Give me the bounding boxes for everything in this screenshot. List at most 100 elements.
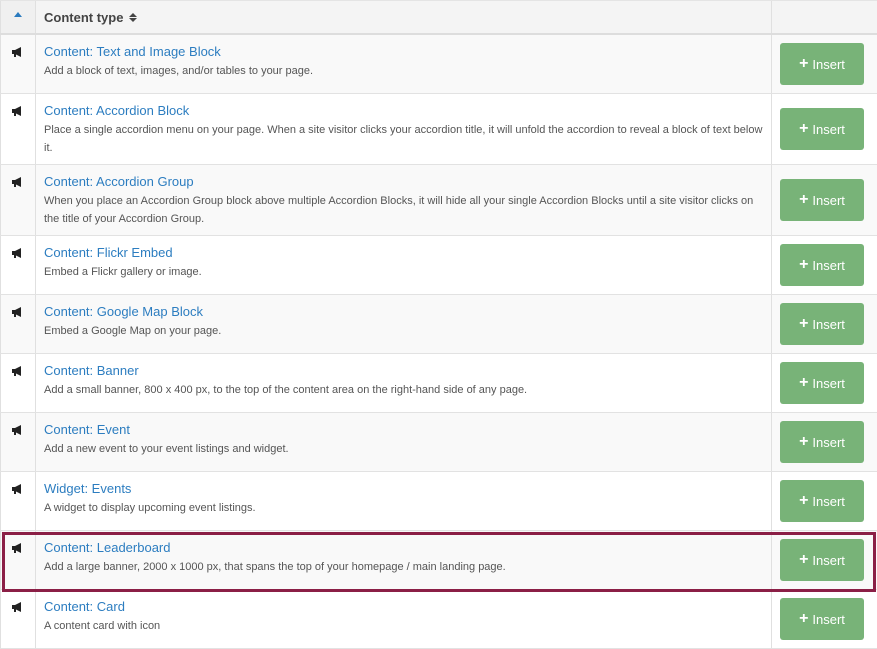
content-type-link[interactable]: Content: Text and Image Block: [44, 44, 763, 60]
content-type-description: Embed a Google Map on your page.: [44, 325, 222, 337]
table-body: Content: Text and Image Block Add a bloc…: [0, 35, 877, 649]
plus-icon: +: [799, 433, 809, 450]
insert-button[interactable]: + Insert: [780, 480, 864, 522]
plus-icon: +: [799, 374, 809, 391]
table-row: Content: Text and Image Block Add a bloc…: [0, 35, 877, 94]
row-action-cell: + Insert: [772, 354, 877, 412]
insert-label: Insert: [812, 257, 845, 273]
row-content-cell: Content: Text and Image Block Add a bloc…: [36, 35, 772, 93]
row-content-cell: Content: Accordion Block Place a single …: [36, 94, 772, 164]
megaphone-icon: [12, 106, 21, 116]
megaphone-icon: [12, 366, 21, 376]
table-row: Content: Flickr Embed Embed a Flickr gal…: [0, 236, 877, 295]
table-row: Content: Accordion Block Place a single …: [0, 94, 877, 165]
insert-button[interactable]: + Insert: [780, 362, 864, 404]
content-type-description: Add a block of text, images, and/or tabl…: [44, 65, 314, 77]
content-type-link[interactable]: Content: Flickr Embed: [44, 245, 763, 261]
row-action-cell: + Insert: [772, 94, 877, 164]
plus-icon: +: [799, 120, 809, 137]
row-icon-cell: [0, 531, 36, 589]
megaphone-icon: [12, 248, 21, 258]
row-icon-cell: [0, 295, 36, 353]
row-action-cell: + Insert: [772, 413, 877, 471]
row-icon-cell: [0, 236, 36, 294]
insert-button[interactable]: + Insert: [780, 598, 864, 640]
plus-icon: +: [799, 191, 809, 208]
insert-label: Insert: [812, 493, 845, 509]
row-content-cell: Widget: Events A widget to display upcom…: [36, 472, 772, 530]
row-content-cell: Content: Card A content card with icon: [36, 590, 772, 648]
table-row: Content: Event Add a new event to your e…: [0, 413, 877, 472]
row-content-cell: Content: Banner Add a small banner, 800 …: [36, 354, 772, 412]
insert-button[interactable]: + Insert: [780, 108, 864, 150]
row-action-cell: + Insert: [772, 472, 877, 530]
insert-button[interactable]: + Insert: [780, 539, 864, 581]
megaphone-icon: [12, 543, 21, 553]
sort-column-header[interactable]: [0, 1, 36, 33]
plus-icon: +: [799, 551, 809, 568]
table-row: Content: Card A content card with icon +…: [0, 590, 877, 649]
table-row: Content: Accordion Group When you place …: [0, 165, 877, 236]
content-type-link[interactable]: Content: Event: [44, 422, 763, 438]
table-row: Content: Banner Add a small banner, 800 …: [0, 354, 877, 413]
insert-label: Insert: [812, 552, 845, 568]
insert-button[interactable]: + Insert: [780, 43, 864, 85]
content-type-link[interactable]: Content: Google Map Block: [44, 304, 763, 320]
table-row: Content: Google Map Block Embed a Google…: [0, 295, 877, 354]
row-icon-cell: [0, 590, 36, 648]
sort-toggle-icon: [129, 12, 138, 22]
plus-icon: +: [799, 315, 809, 332]
row-icon-cell: [0, 94, 36, 164]
megaphone-icon: [12, 602, 21, 612]
content-type-description: When you place an Accordion Group block …: [44, 195, 754, 225]
content-type-link[interactable]: Widget: Events: [44, 481, 763, 497]
content-type-link[interactable]: Content: Banner: [44, 363, 763, 379]
row-action-cell: + Insert: [772, 295, 877, 353]
insert-button[interactable]: + Insert: [780, 421, 864, 463]
plus-icon: +: [799, 256, 809, 273]
content-type-description: Add a new event to your event listings a…: [44, 443, 289, 455]
megaphone-icon: [12, 425, 21, 435]
row-content-cell: Content: Flickr Embed Embed a Flickr gal…: [36, 236, 772, 294]
content-type-table: Content type Content: Text and Image Blo…: [0, 0, 877, 649]
megaphone-icon: [12, 177, 21, 187]
content-type-link[interactable]: Content: Leaderboard: [44, 540, 763, 556]
row-content-cell: Content: Leaderboard Add a large banner,…: [36, 531, 772, 589]
table-row: Content: Leaderboard Add a large banner,…: [0, 531, 877, 590]
content-type-description: A widget to display upcoming event listi…: [44, 502, 256, 514]
insert-button[interactable]: + Insert: [780, 244, 864, 286]
content-type-link[interactable]: Content: Accordion Group: [44, 174, 763, 190]
row-action-cell: + Insert: [772, 590, 877, 648]
insert-label: Insert: [812, 375, 845, 391]
action-column-header: [772, 1, 877, 33]
insert-label: Insert: [812, 611, 845, 627]
content-type-description: Embed a Flickr gallery or image.: [44, 266, 202, 278]
insert-label: Insert: [812, 56, 845, 72]
row-action-cell: + Insert: [772, 35, 877, 93]
insert-button[interactable]: + Insert: [780, 179, 864, 221]
column-header-label: Content type: [44, 9, 124, 25]
row-icon-cell: [0, 413, 36, 471]
plus-icon: +: [799, 492, 809, 509]
insert-label: Insert: [812, 192, 845, 208]
megaphone-icon: [12, 484, 21, 494]
content-type-description: A content card with icon: [44, 620, 161, 632]
row-icon-cell: [0, 165, 36, 235]
content-type-link[interactable]: Content: Card: [44, 599, 763, 615]
megaphone-icon: [12, 307, 21, 317]
insert-label: Insert: [812, 121, 845, 137]
row-action-cell: + Insert: [772, 236, 877, 294]
table-row: Widget: Events A widget to display upcom…: [0, 472, 877, 531]
table-header: Content type: [0, 0, 877, 35]
row-icon-cell: [0, 354, 36, 412]
content-type-link[interactable]: Content: Accordion Block: [44, 103, 763, 119]
insert-label: Insert: [812, 316, 845, 332]
row-icon-cell: [0, 472, 36, 530]
content-type-column-header[interactable]: Content type: [36, 1, 772, 33]
plus-icon: +: [799, 55, 809, 72]
row-content-cell: Content: Event Add a new event to your e…: [36, 413, 772, 471]
plus-icon: +: [799, 610, 809, 627]
insert-button[interactable]: + Insert: [780, 303, 864, 345]
row-action-cell: + Insert: [772, 531, 877, 589]
content-type-description: Place a single accordion menu on your pa…: [44, 124, 763, 154]
